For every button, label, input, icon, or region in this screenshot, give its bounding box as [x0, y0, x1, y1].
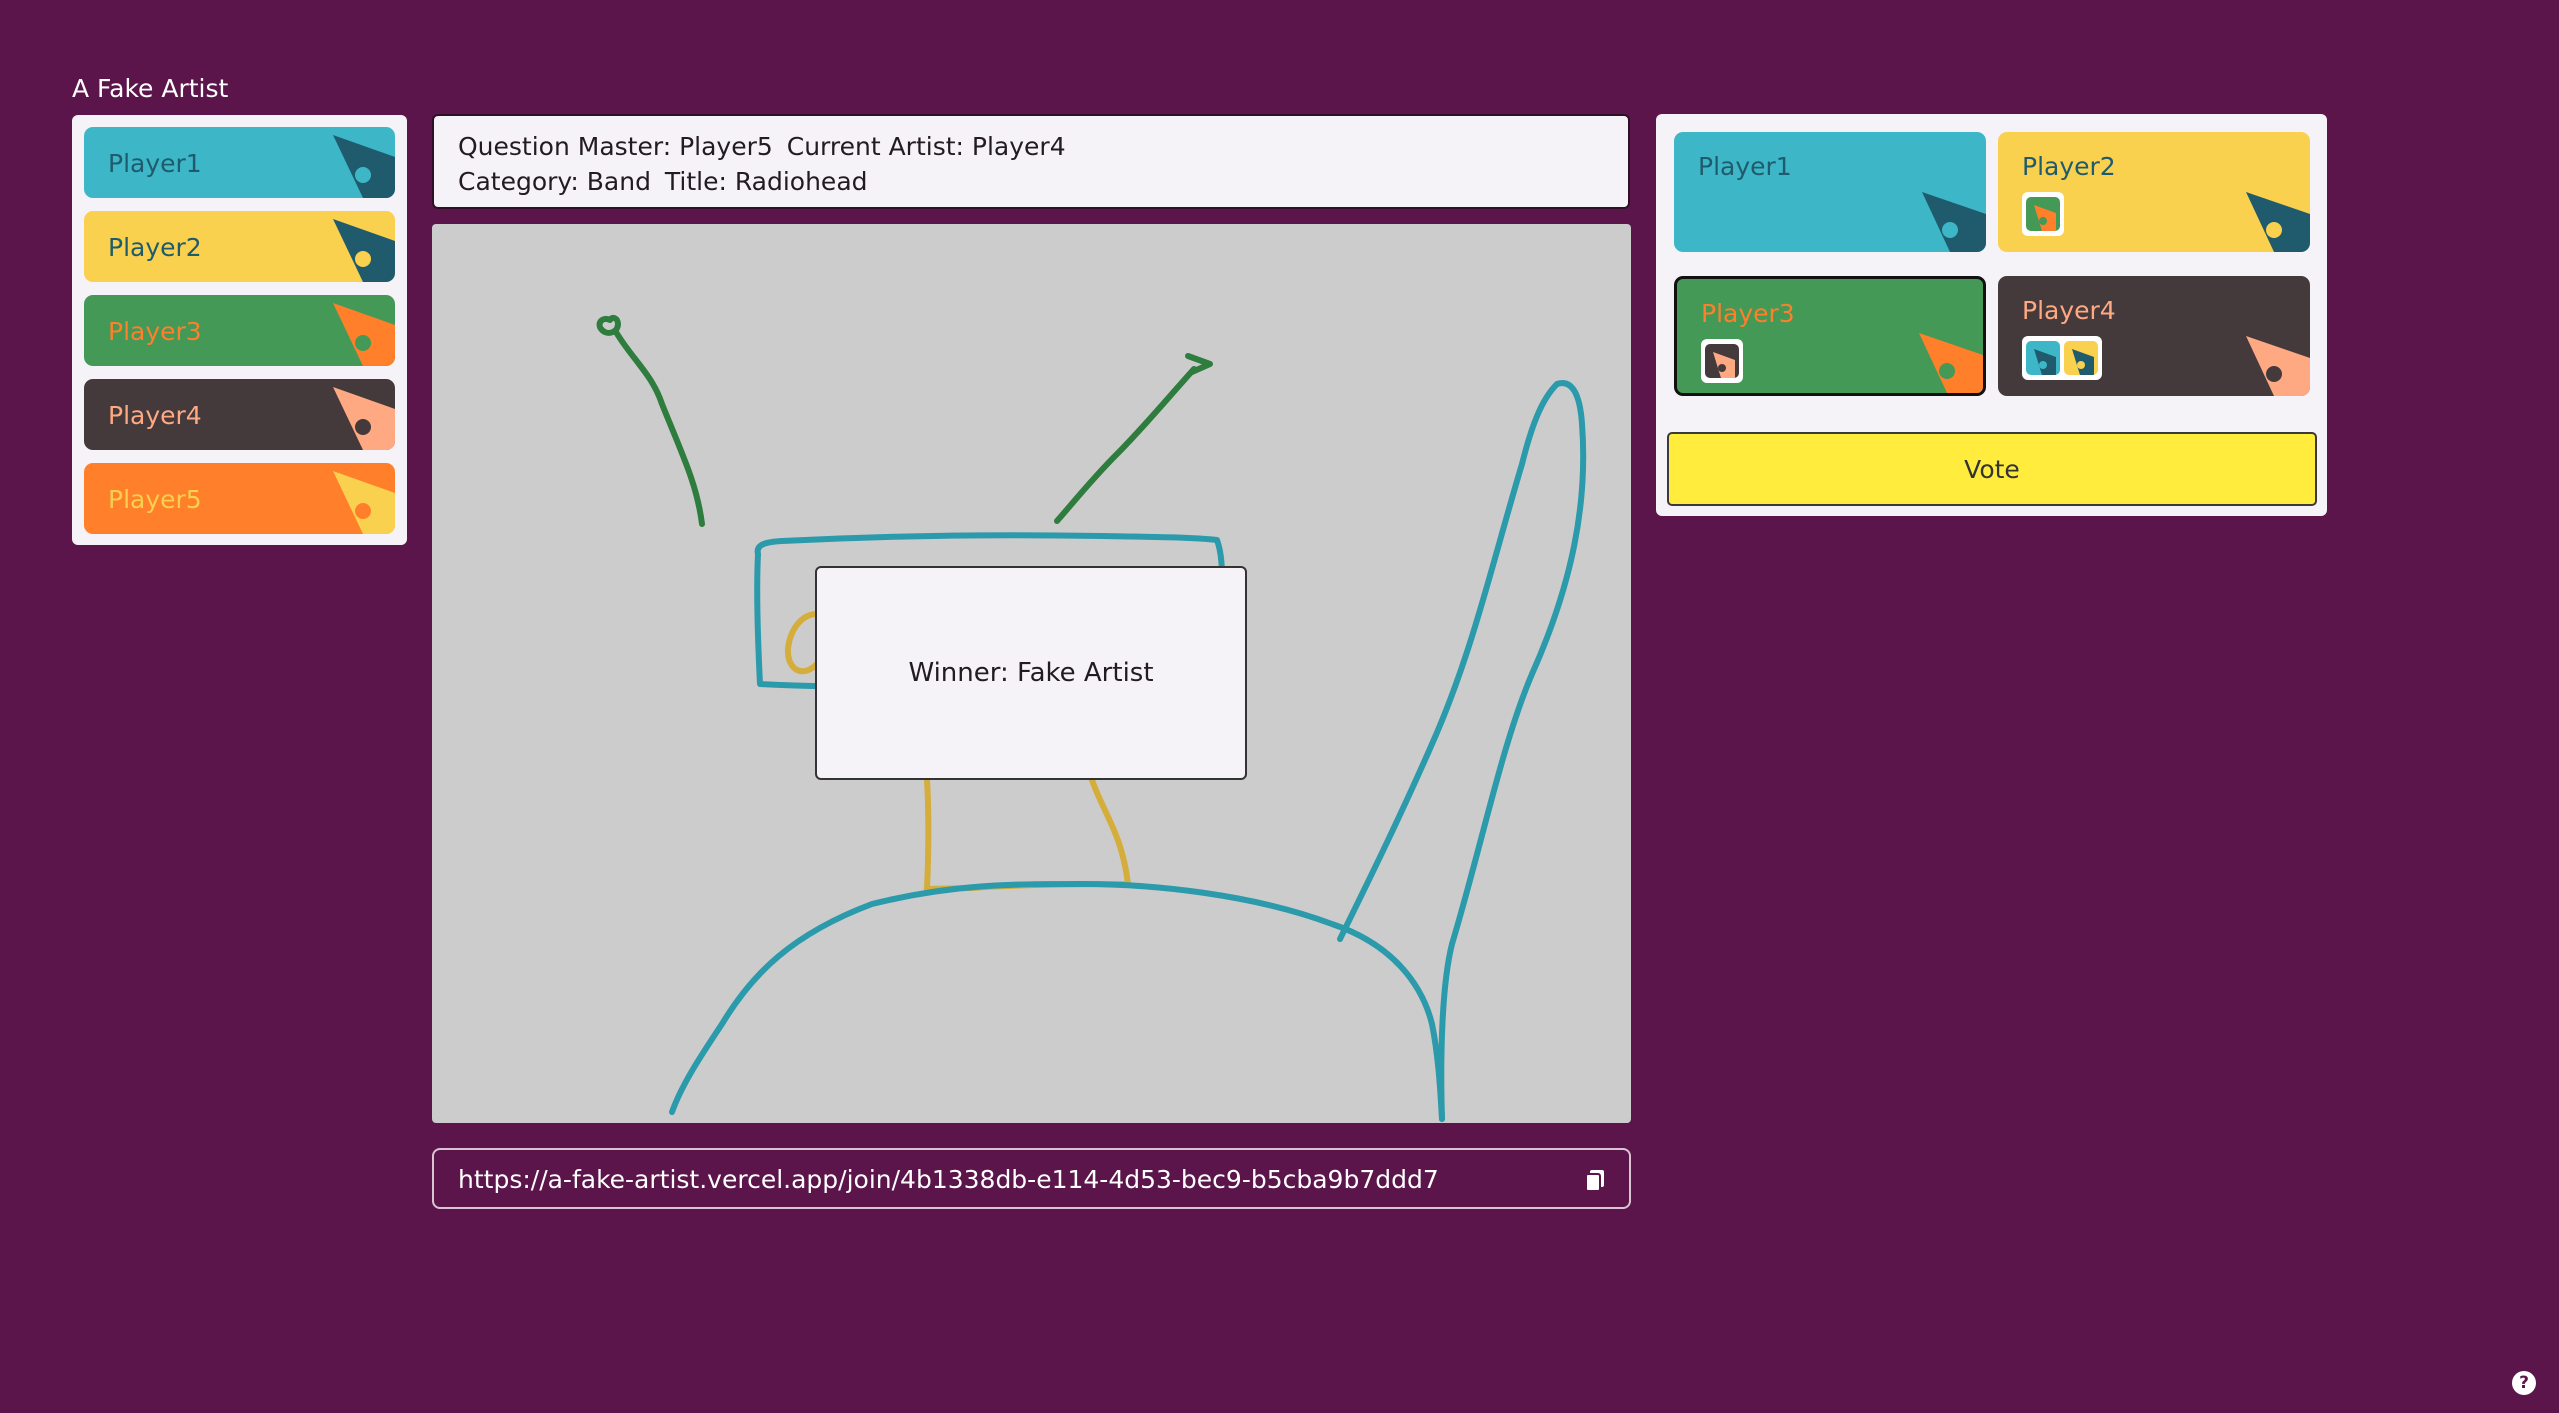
pen-icon: [2246, 192, 2310, 252]
vote-card-player4[interactable]: Player4: [1998, 276, 2310, 396]
player-name: Player4: [108, 401, 202, 430]
pen-icon: [333, 387, 395, 450]
received-votes: [2022, 336, 2102, 380]
topic-line: Category: Band Title: Radiohead: [458, 167, 874, 196]
player-chip: Player1: [84, 127, 395, 198]
question-master-label: Question Master: Player5: [458, 132, 773, 161]
round-info: Question Master: Player5 Current Artist:…: [432, 114, 1630, 209]
player-name: Player3: [108, 317, 202, 346]
pen-icon: [333, 219, 395, 282]
vote-card-name: Player4: [2022, 296, 2116, 325]
voter-pen-icon: [2064, 341, 2098, 375]
player-name: Player5: [108, 485, 202, 514]
pen-icon: [2246, 336, 2310, 396]
received-votes: [1701, 339, 1743, 383]
pen-icon: [333, 471, 395, 534]
chair-back-stroke: [1337, 380, 1587, 1122]
antenna-left-stroke: [613, 329, 705, 527]
voter-pen-icon: [2026, 341, 2060, 375]
vote-panel: Player1 Player2 Player3 Player4 Vote: [1656, 114, 2327, 516]
stand-left-stroke: [924, 777, 932, 892]
received-votes: [2022, 192, 2064, 236]
player-chip: Player3: [84, 295, 395, 366]
vote-card-name: Player2: [2022, 152, 2116, 181]
vote-card-player1[interactable]: Player1: [1674, 132, 1986, 252]
winner-dialog: Winner: Fake Artist: [815, 566, 1247, 780]
player-chip: Player2: [84, 211, 395, 282]
player-chip: Player4: [84, 379, 395, 450]
pen-icon: [1919, 333, 1983, 393]
title-label: Title: Radiohead: [664, 167, 868, 196]
pen-icon: [1922, 192, 1986, 252]
voter-pen-icon: [1705, 344, 1739, 378]
vote-button[interactable]: Vote: [1667, 432, 2317, 506]
pen-icon: [333, 303, 395, 366]
player-name: Player1: [108, 149, 202, 178]
roles-line: Question Master: Player5 Current Artist:…: [458, 132, 1072, 161]
antenna-right-stroke: [1054, 366, 1197, 524]
antenna-right-tip: [1185, 353, 1213, 375]
yellow-swirl-stroke: [785, 611, 820, 675]
help-button[interactable]: ?: [2512, 1371, 2536, 1395]
players-panel: Player1 Player2 Player3 Player4 Player5: [72, 115, 407, 545]
vote-card-player3[interactable]: Player3: [1674, 276, 1986, 396]
current-artist-label: Current Artist: Player4: [786, 132, 1066, 161]
voter-pen-icon: [2026, 197, 2060, 231]
vote-card-name: Player1: [1698, 152, 1792, 181]
vote-card-player2[interactable]: Player2: [1998, 132, 2310, 252]
chair-seat-stroke: [669, 881, 1445, 1122]
antenna-left-tip: [596, 314, 621, 336]
vote-card-name: Player3: [1701, 299, 1795, 328]
player-chip: Player5: [84, 463, 395, 534]
invite-link-box: https://a-fake-artist.vercel.app/join/4b…: [432, 1148, 1631, 1209]
category-label: Category: Band: [458, 167, 651, 196]
stand-right-stroke: [924, 777, 1131, 892]
copy-icon[interactable]: [1583, 1167, 1609, 1193]
pen-icon: [333, 135, 395, 198]
app-title: A Fake Artist: [72, 74, 229, 103]
invite-url[interactable]: https://a-fake-artist.vercel.app/join/4b…: [458, 1165, 1439, 1194]
player-name: Player2: [108, 233, 202, 262]
